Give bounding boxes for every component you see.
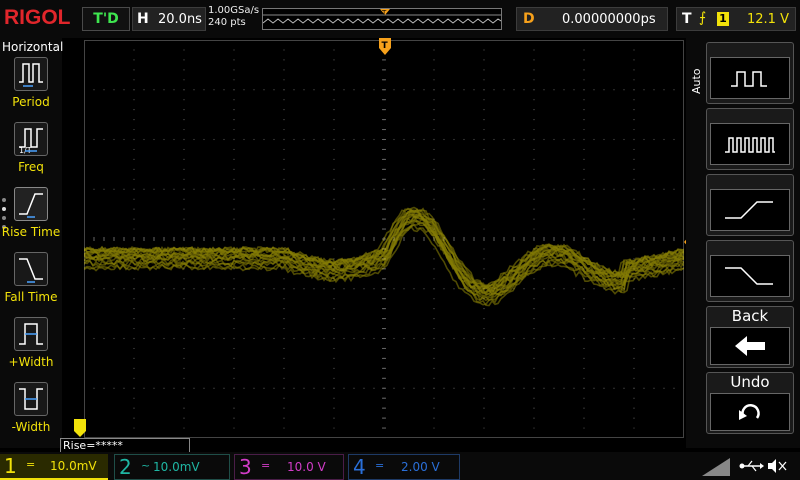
trigger-position-marker[interactable]: T [378, 38, 392, 56]
channel1-waveform [83, 206, 685, 307]
measure-button-4[interactable] [706, 240, 794, 302]
undo-button[interactable]: Undo [706, 372, 794, 434]
timebase-value: 20.0ns [158, 12, 202, 27]
back-label: Back [731, 307, 769, 325]
memory-points: 240 pts [208, 17, 246, 28]
usb-icon [739, 460, 764, 472]
horizontal-timebase-box[interactable]: H 20.0ns [132, 7, 206, 31]
channel-number: 1 [4, 454, 17, 478]
waveform-overview-bar[interactable]: T [262, 8, 502, 30]
waveform-display[interactable] [83, 39, 685, 439]
menu-item-label: -Width [11, 420, 51, 434]
delay-box[interactable]: D 0.00000000ps [516, 7, 668, 31]
svg-text:T: T [382, 41, 389, 51]
measure-button-2[interactable] [706, 108, 794, 170]
falling-edge-icon [710, 255, 790, 297]
channel4-box[interactable]: 4 = 2.00 V [348, 454, 460, 480]
channel-scale: 10.0mV [153, 460, 200, 474]
period-icon [14, 57, 48, 91]
frequency-icon: 1/T [14, 122, 48, 156]
trigger-source-badge: 1 [717, 12, 729, 26]
measure-button-3[interactable] [706, 174, 794, 236]
auto-mode-label: Auto [690, 68, 703, 94]
menu-item-positive-width[interactable]: +Width [0, 317, 62, 381]
menu-item-period[interactable]: Period [0, 57, 62, 121]
fast-pulse-icon [710, 123, 790, 165]
trigger-level-value: 12.1 V [747, 12, 789, 27]
coupling-icon: = [26, 458, 36, 471]
measure-button-1[interactable] [706, 42, 794, 104]
menu-item-label: Fall Time [4, 290, 58, 304]
horizontal-label: H [137, 11, 149, 27]
negative-width-icon [14, 382, 48, 416]
channel-scale: 10.0mV [50, 459, 97, 473]
channel1-ground-marker[interactable] [73, 419, 87, 437]
trigger-box[interactable]: T ⨍ 1 12.1 V [676, 7, 796, 31]
sample-rate: 1.00GSa/s [208, 5, 260, 16]
back-arrow-icon [710, 327, 790, 365]
menu-item-label: Period [12, 95, 50, 109]
coupling-icon: ~ [141, 459, 151, 472]
waveform-graticule [83, 39, 685, 439]
channel3-box[interactable]: 3 = 10.0 V [234, 454, 344, 480]
undo-icon [710, 393, 790, 431]
coupling-icon: = [375, 459, 385, 472]
menu-indicator-icon [702, 458, 730, 476]
left-menu-title: Horizontal [2, 40, 64, 54]
speaker-muted-icon [768, 459, 787, 473]
channel1-box[interactable]: 1 = 10.0mV [0, 454, 108, 480]
menu-item-fall-time[interactable]: Fall Time [0, 252, 62, 316]
back-button[interactable]: Back [706, 306, 794, 368]
trigger-label: T [682, 11, 692, 27]
menu-item-label: +Width [8, 355, 54, 369]
menu-item-negative-width[interactable]: -Width [0, 382, 62, 446]
trigger-edge-icon: ⨍ [699, 10, 707, 26]
menu-item-label: Freq [18, 160, 44, 174]
delay-value: 0.00000000ps [562, 12, 656, 27]
channel2-box[interactable]: 2 ~ 10.0mV [114, 454, 230, 480]
menu-item-rise-time[interactable]: Rise Time [0, 187, 62, 251]
fall-time-icon [14, 252, 48, 286]
brand-logo: RIGOL [4, 6, 71, 29]
channel-number: 4 [353, 455, 366, 479]
menu-item-label: Rise Time [1, 225, 61, 239]
coupling-icon: = [261, 459, 271, 472]
undo-label: Undo [730, 373, 770, 391]
bottom-right-status [702, 458, 787, 476]
svg-text:T: T [381, 9, 387, 17]
menu-item-freq[interactable]: 1/T Freq [0, 122, 62, 186]
channel-number: 3 [239, 455, 252, 479]
rising-edge-icon [710, 189, 790, 231]
pulse-wave-icon [710, 57, 790, 99]
acquisition-info: 1.00GSa/s 240 pts [208, 5, 259, 29]
channel-scale: 2.00 V [401, 460, 440, 474]
rise-time-icon [14, 187, 48, 221]
run-status-badge[interactable]: T'D [82, 7, 130, 31]
channel-scale: 10.0 V [287, 460, 326, 474]
channel-number: 2 [119, 455, 132, 479]
overview-waveform: T [262, 9, 502, 24]
positive-width-icon [14, 317, 48, 351]
delay-label: D [523, 11, 535, 27]
